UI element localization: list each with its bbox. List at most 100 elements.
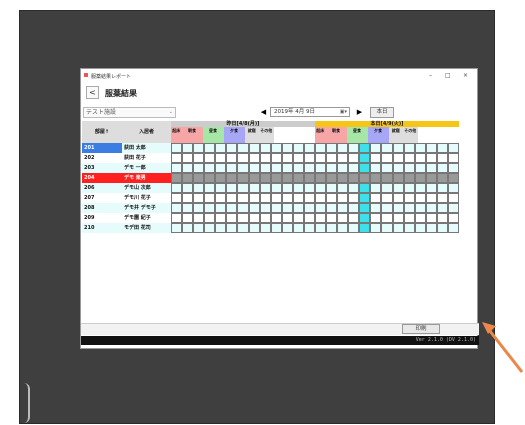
grid-cell[interactable] [326,203,338,213]
grid-cell[interactable] [414,213,426,223]
grid-cell[interactable] [359,173,371,183]
grid-cell[interactable] [359,213,371,223]
grid-cell[interactable] [447,223,459,233]
grid-cell[interactable] [281,173,293,183]
grid-cell[interactable] [436,163,448,173]
grid-cell[interactable] [270,173,282,183]
grid-cell[interactable] [337,173,349,183]
grid-cell[interactable] [171,183,183,193]
grid-cell[interactable] [370,203,382,213]
grid-cell[interactable] [171,173,183,183]
grid-cell[interactable] [182,153,194,163]
grid-cell[interactable] [414,173,426,183]
grid-cell[interactable] [182,143,194,153]
grid-cell[interactable] [326,173,338,183]
maximize-icon[interactable]: □ [445,72,451,79]
grid-cell[interactable] [248,223,260,233]
grid-cell[interactable] [359,183,371,193]
grid-cell[interactable] [204,193,216,203]
grid-cell[interactable] [392,143,404,153]
grid-cell[interactable] [326,163,338,173]
grid-cell[interactable] [315,153,327,163]
grid-cell[interactable] [447,143,459,153]
grid-cell[interactable] [359,193,371,203]
grid-cell[interactable] [359,203,371,213]
grid-cell[interactable] [414,223,426,233]
grid-cell[interactable] [182,223,194,233]
grid-cell[interactable] [414,193,426,203]
grid-cell[interactable] [447,203,459,213]
grid-cell[interactable] [303,193,315,203]
grid-cell[interactable] [182,183,194,193]
row-name[interactable]: デモ 楽男 [122,173,171,183]
grid-cell[interactable] [215,193,227,203]
grid-cell[interactable] [315,223,327,233]
grid-cell[interactable] [292,183,304,193]
grid-cell[interactable] [425,203,437,213]
grid-cell[interactable] [414,163,426,173]
grid-cell[interactable] [392,223,404,233]
grid-cell[interactable] [171,153,183,163]
grid-cell[interactable] [171,213,183,223]
row-name[interactable]: デモ井 デモ子 [122,203,171,213]
grid-cell[interactable] [292,153,304,163]
grid-cell[interactable] [226,163,238,173]
grid-cell[interactable] [315,173,327,183]
grid-cell[interactable] [315,143,327,153]
grid-cell[interactable] [270,143,282,153]
grid-cell[interactable] [182,203,194,213]
grid-cell[interactable] [326,213,338,223]
grid-cell[interactable] [215,203,227,213]
grid-cell[interactable] [237,163,249,173]
grid-cell[interactable] [425,153,437,163]
grid-cell[interactable] [248,153,260,163]
grid-cell[interactable] [337,203,349,213]
grid-cell[interactable] [171,143,183,153]
grid-cell[interactable] [226,203,238,213]
grid-cell[interactable] [281,193,293,203]
grid-cell[interactable] [414,153,426,163]
grid-cell[interactable] [182,213,194,223]
grid-cell[interactable] [425,213,437,223]
grid-cell[interactable] [171,193,183,203]
grid-cell[interactable] [315,183,327,193]
grid-cell[interactable] [193,163,205,173]
grid-cell[interactable] [248,213,260,223]
grid-cell[interactable] [392,203,404,213]
grid-cell[interactable] [436,203,448,213]
grid-cell[interactable] [281,143,293,153]
minimize-icon[interactable]: – [429,72,432,79]
grid-cell[interactable] [447,213,459,223]
row-room[interactable]: 202 [82,153,122,163]
grid-cell[interactable] [348,193,360,203]
grid-cell[interactable] [204,213,216,223]
grid-cell[interactable] [337,153,349,163]
facility-select[interactable]: テスト施設 ⌄ [83,107,176,118]
grid-cell[interactable] [348,173,360,183]
grid-cell[interactable] [303,173,315,183]
grid-cell[interactable] [270,163,282,173]
grid-cell[interactable] [292,143,304,153]
grid-cell[interactable] [348,183,360,193]
grid-cell[interactable] [447,173,459,183]
grid-cell[interactable] [348,213,360,223]
grid-cell[interactable] [348,163,360,173]
grid-cell[interactable] [326,193,338,203]
grid-cell[interactable] [226,223,238,233]
grid-cell[interactable] [204,173,216,183]
grid-cell[interactable] [270,223,282,233]
grid-cell[interactable] [436,213,448,223]
grid-cell[interactable] [204,183,216,193]
grid-cell[interactable] [292,173,304,183]
grid-cell[interactable] [270,213,282,223]
grid-cell[interactable] [403,203,415,213]
grid-cell[interactable] [436,193,448,203]
grid-cell[interactable] [226,183,238,193]
grid-cell[interactable] [403,143,415,153]
row-name[interactable]: デモ川 花子 [122,193,171,203]
grid-cell[interactable] [281,163,293,173]
grid-cell[interactable] [193,213,205,223]
grid-cell[interactable] [292,193,304,203]
row-room[interactable]: 209 [82,213,122,223]
row-name[interactable]: デモ山 次郎 [122,183,171,193]
